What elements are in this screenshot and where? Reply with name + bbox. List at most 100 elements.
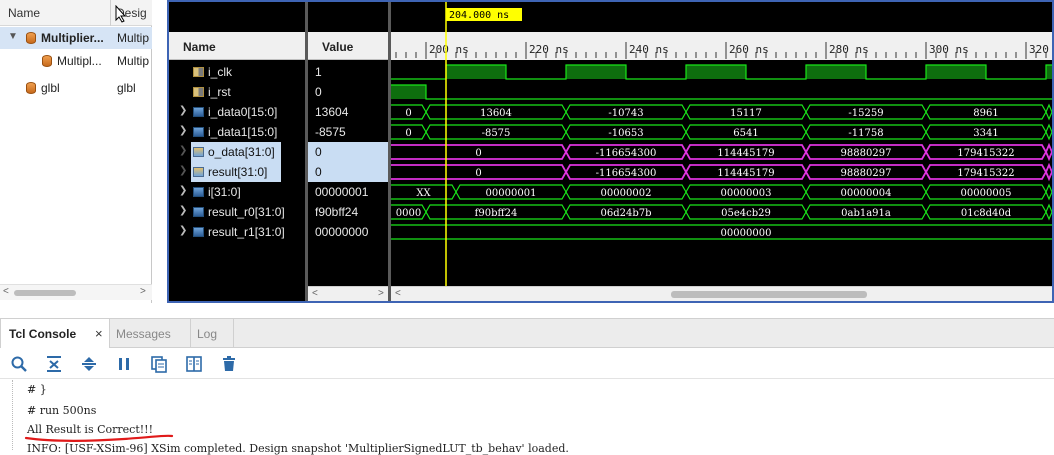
scope-col-name[interactable]: Name: [8, 6, 40, 20]
signal-value[interactable]: -8575: [308, 122, 388, 142]
scroll-right-icon[interactable]: >: [140, 286, 146, 297]
signal-value[interactable]: 00000000: [308, 222, 388, 242]
bus-segment: [1045, 142, 1052, 162]
waveform-window: Name i_clk i_rst ❯ i_data0[15:0] ❯ i_data1[15…: [167, 0, 1054, 303]
close-icon[interactable]: ×: [95, 326, 103, 341]
value-column-header[interactable]: Value: [308, 32, 388, 60]
waveform-canvas[interactable]: 200 ns 220 ns 240 ns 260 ns 280 ns 300 ns 320 …: [391, 2, 1052, 286]
bus-segment: [1045, 162, 1052, 182]
module-icon: [26, 32, 36, 44]
signal-value[interactable]: 13604: [308, 102, 388, 122]
bus-value-label: 0: [475, 148, 481, 159]
scope-row-name: glbl: [41, 81, 60, 95]
scroll-left-icon[interactable]: <: [3, 286, 9, 297]
copy-icon[interactable]: [150, 355, 168, 373]
scope-horizontal-scrollbar[interactable]: < >: [0, 284, 152, 300]
bus-icon: [193, 107, 204, 117]
signal-row[interactable]: ❯ result_r1[31:0]: [169, 222, 305, 242]
scope-row-name: Multipl...: [57, 54, 102, 68]
signal-name-pane: Name i_clk i_rst ❯ i_data0[15:0] ❯ i_data1[15…: [169, 2, 305, 301]
signal-row[interactable]: ❯ result_r0[31:0]: [169, 202, 305, 222]
signal-row[interactable]: ❯ i_data1[15:0]: [169, 122, 305, 142]
signal-value[interactable]: 0: [308, 142, 388, 162]
signal-value-text: 1: [315, 65, 322, 79]
scope-row-multiplier-uut[interactable]: Multipl... Multip: [0, 50, 152, 72]
signal-row[interactable]: i_rst: [169, 82, 305, 102]
signal-value-text: f90bff24: [315, 205, 359, 219]
bus-value-label: 179415322: [957, 168, 1014, 179]
column-separator[interactable]: [110, 0, 111, 26]
column-layout-icon[interactable]: [185, 355, 203, 373]
bus-value-label: 00000000: [721, 228, 772, 239]
trash-icon[interactable]: [220, 355, 238, 373]
signal-value[interactable]: 0: [308, 82, 388, 102]
chevron-right-icon[interactable]: ❯: [179, 205, 187, 216]
reset-high: [391, 85, 426, 99]
chevron-right-icon[interactable]: ❯: [179, 145, 187, 156]
waveform-horizontal-scrollbar[interactable]: <: [391, 286, 1052, 301]
scope-row-glbl[interactable]: glbl glbl: [0, 77, 152, 99]
clock-high-pulse: [926, 65, 986, 79]
bus-value-label: 0: [405, 108, 411, 119]
signal-value-text: 0: [315, 145, 322, 159]
signal-value[interactable]: 1: [308, 62, 388, 82]
name-column-header[interactable]: Name: [169, 32, 305, 60]
scope-header: Name Desig: [0, 0, 152, 26]
signal-row[interactable]: ❯ i[31:0]: [169, 182, 305, 202]
signal-value-text: 0: [315, 165, 322, 179]
signal-name: result[31:0]: [208, 165, 268, 179]
bus-value-label: 01c8d40d: [961, 208, 1012, 219]
scope-row-design: Multip: [117, 54, 150, 68]
tab-tcl-console[interactable]: Tcl Console ×: [0, 319, 110, 348]
bus-segment: [1045, 103, 1052, 121]
expand-all-icon[interactable]: [80, 355, 98, 373]
time-tick-label: 260 ns: [729, 43, 769, 56]
clock-high-pulse: [806, 65, 866, 79]
chevron-right-icon[interactable]: ❯: [179, 125, 187, 136]
signal-row[interactable]: ❯ i_data0[15:0]: [169, 102, 305, 122]
module-icon: [42, 55, 52, 67]
chevron-right-icon[interactable]: ❯: [179, 225, 187, 236]
chevron-right-icon[interactable]: ❯: [179, 165, 187, 176]
pause-icon[interactable]: [115, 355, 133, 373]
tcl-console-output[interactable]: # } # run 500ns All Result is Correct!!!…: [0, 380, 1054, 455]
bus-value-label: 3341: [973, 128, 998, 139]
signal-row[interactable]: i_clk: [169, 62, 305, 82]
scrollbar-thumb[interactable]: [671, 291, 867, 298]
signal-name: i_data0[15:0]: [208, 105, 278, 119]
tab-messages[interactable]: Messages: [110, 319, 190, 348]
bus-value-label: -10653: [608, 128, 643, 139]
signal-value-text: -8575: [315, 125, 346, 139]
module-icon: [26, 82, 36, 94]
bus-value-label: -10743: [608, 108, 643, 119]
signal-name: i[31:0]: [208, 185, 241, 199]
bus-value-label: -116654300: [596, 148, 657, 159]
scope-row-design: glbl: [117, 81, 136, 95]
console-line: # }: [27, 383, 47, 396]
chevron-right-icon[interactable]: ❯: [179, 105, 187, 116]
signal-value[interactable]: f90bff24: [308, 202, 388, 222]
signal-value[interactable]: 00000001: [308, 182, 388, 202]
collapse-all-icon[interactable]: [45, 355, 63, 373]
time-tick-label: 280 ns: [829, 43, 869, 56]
search-icon[interactable]: [10, 355, 28, 373]
tab-log[interactable]: Log: [190, 319, 234, 348]
scrollbar-thumb[interactable]: [14, 290, 76, 296]
bus-value-label: 00000002: [601, 188, 652, 199]
value-pane-scrollbar[interactable]: < >: [308, 286, 388, 301]
signal-row[interactable]: ❯ result[31:0]: [179, 162, 281, 182]
signal-value[interactable]: 0: [308, 162, 388, 182]
scroll-left-icon[interactable]: <: [312, 288, 318, 299]
bus-icon: [193, 227, 204, 237]
scroll-right-icon[interactable]: >: [378, 288, 384, 299]
bus-segment: [1045, 123, 1052, 141]
chevron-down-icon[interactable]: ▼: [8, 31, 18, 42]
bus-value-label: 0ab1a91a: [841, 208, 891, 219]
chevron-right-icon[interactable]: ❯: [179, 185, 187, 196]
signal-row[interactable]: ❯ o_data[31:0]: [179, 142, 281, 162]
bus-value-label: -11758: [848, 128, 883, 139]
scroll-left-icon[interactable]: <: [395, 288, 401, 299]
bus-value-label: 0: [405, 128, 411, 139]
scope-row-multiplier-tb[interactable]: ▼ Multiplier... Multip: [0, 27, 152, 49]
bus-value-label: 6541: [733, 128, 758, 139]
